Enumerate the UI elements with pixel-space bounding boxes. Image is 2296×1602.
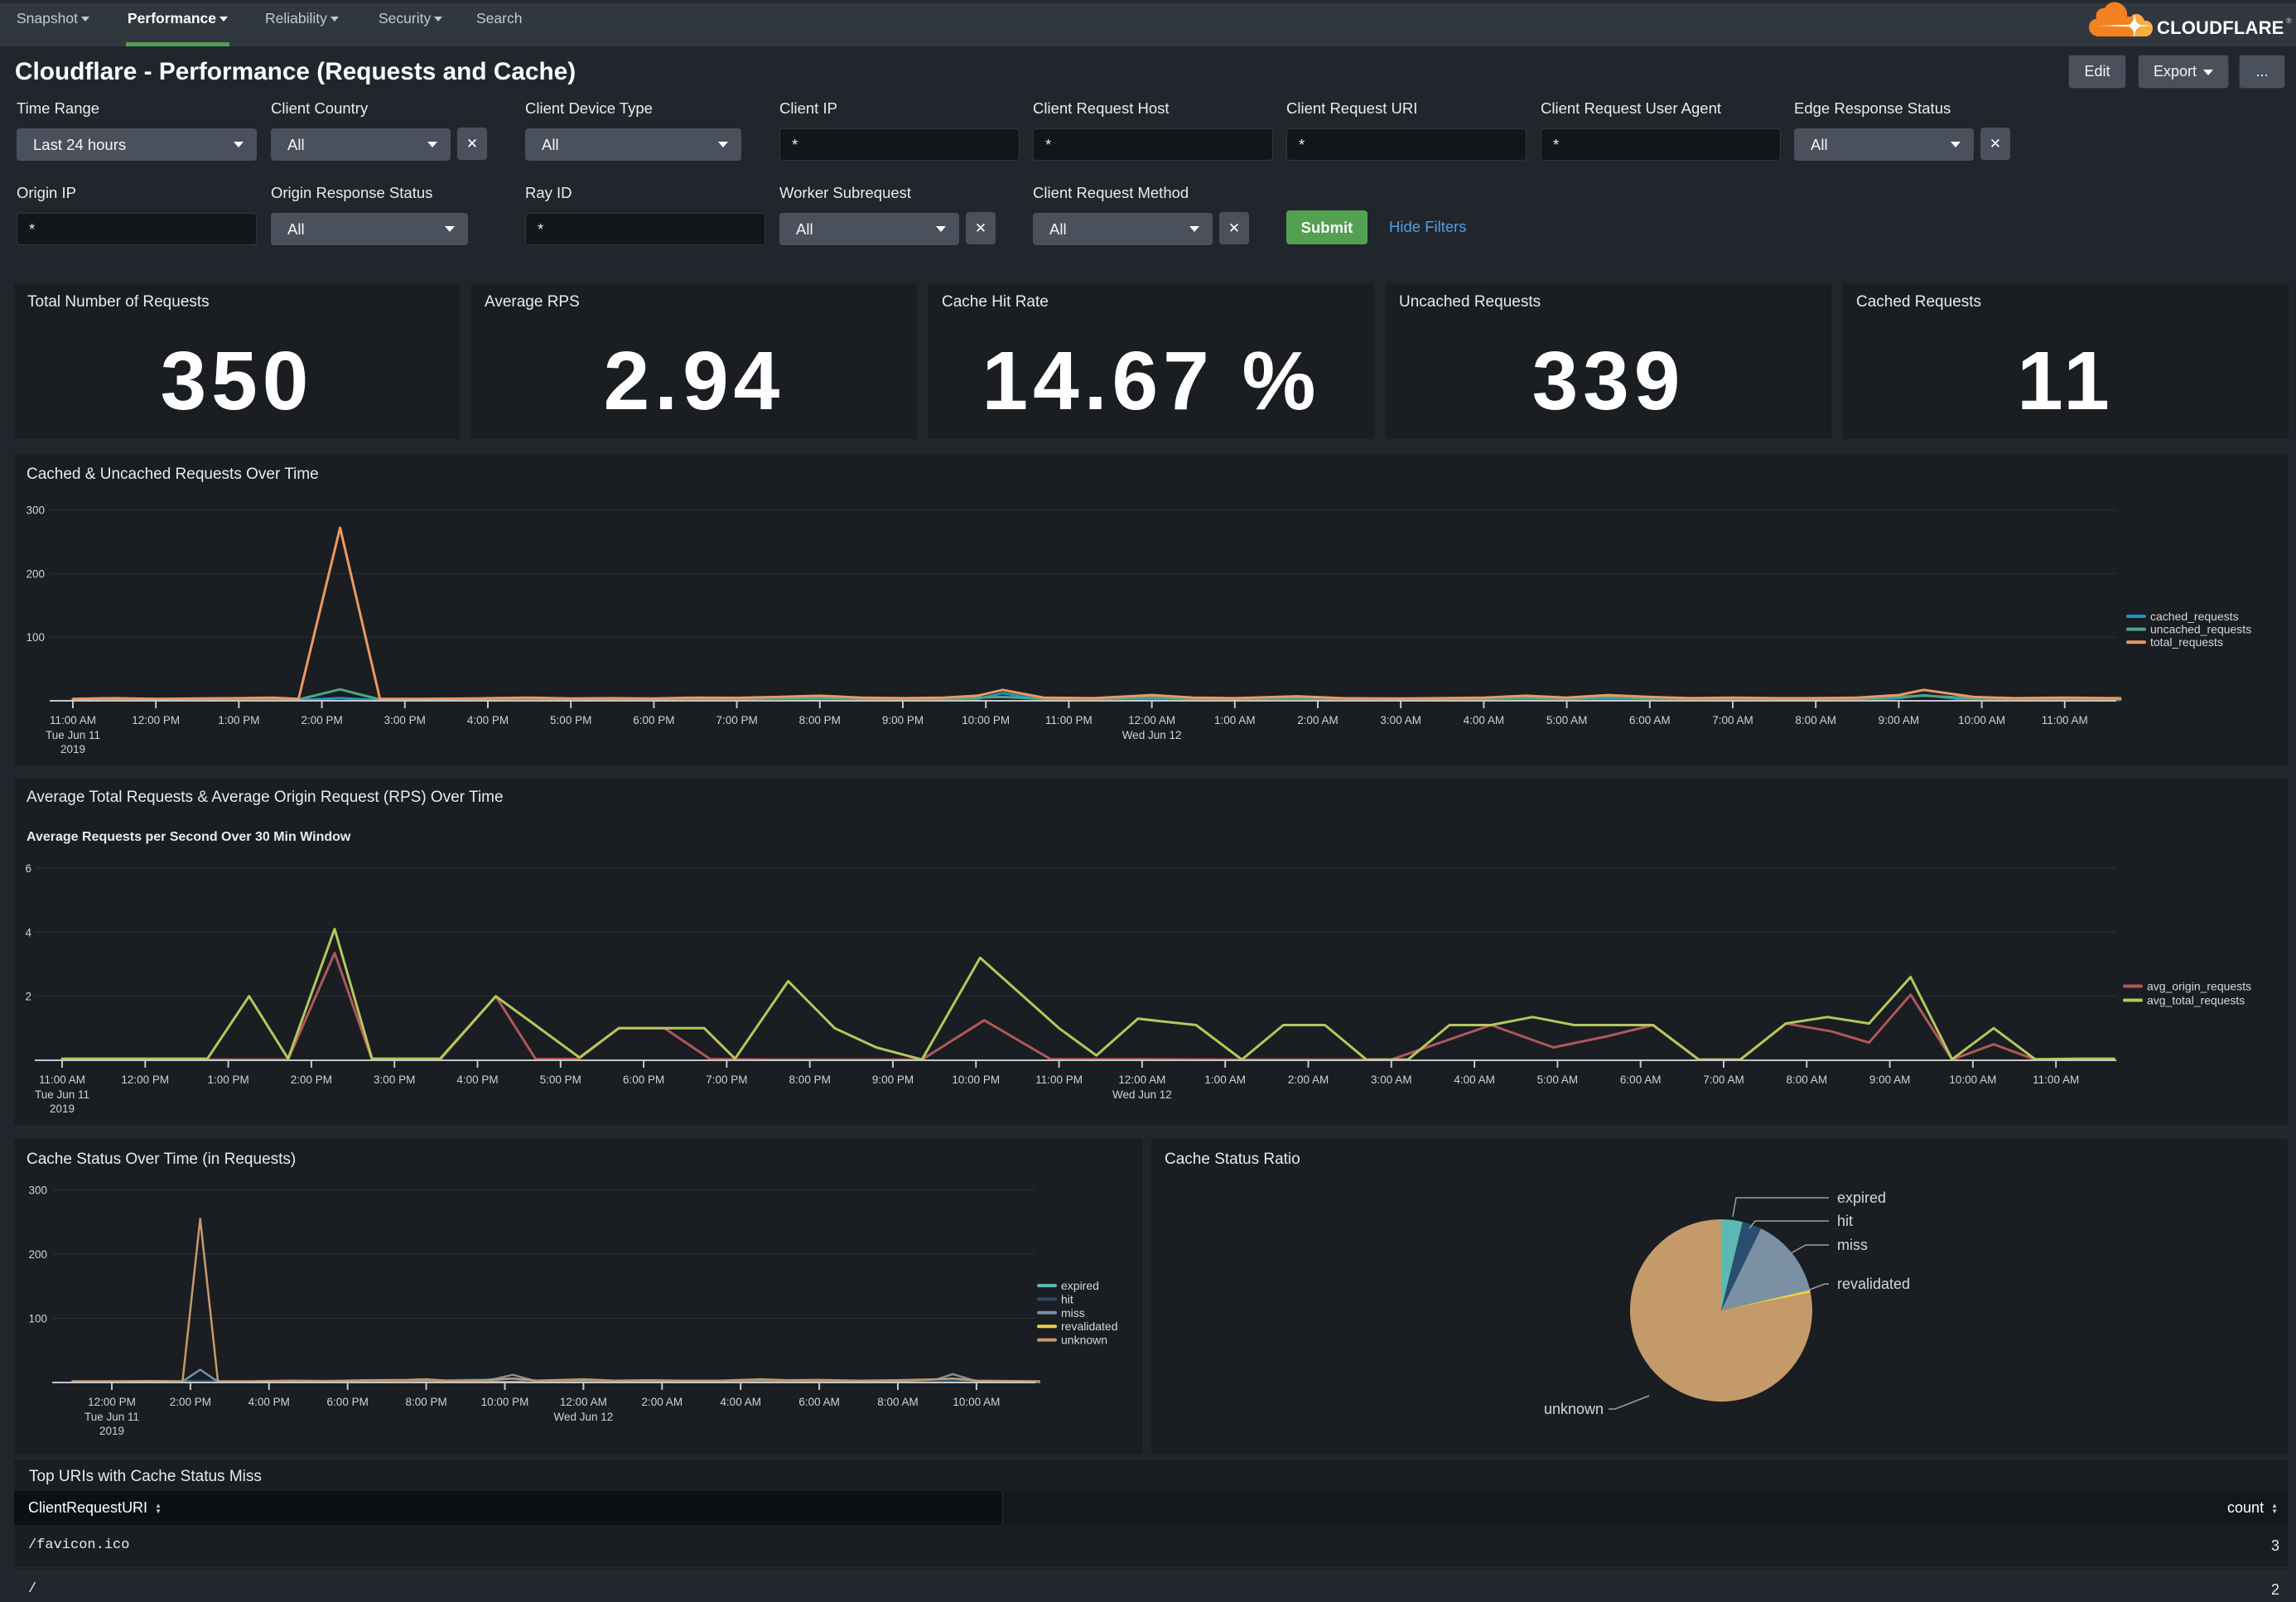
svg-text:3:00 PM: 3:00 PM	[384, 714, 426, 726]
svg-text:3:00 PM: 3:00 PM	[374, 1074, 415, 1086]
svg-text:unknown: unknown	[1544, 1401, 1604, 1417]
svg-text:11:00 AM: 11:00 AM	[39, 1074, 85, 1086]
svg-text:6:00 AM: 6:00 AM	[798, 1396, 840, 1408]
svg-text:expired: expired	[1837, 1189, 1886, 1206]
svg-text:avg_origin_requests: avg_origin_requests	[2147, 980, 2251, 993]
svg-text:11:00 PM: 11:00 PM	[1045, 714, 1093, 726]
svg-text:1:00 AM: 1:00 AM	[1204, 1074, 1246, 1086]
svg-text:Wed Jun 12: Wed Jun 12	[1112, 1088, 1172, 1101]
svg-text:1:00 PM: 1:00 PM	[218, 714, 259, 726]
svg-text:Wed Jun 12: Wed Jun 12	[1122, 729, 1182, 741]
svg-text:2019: 2019	[60, 743, 85, 755]
svg-text:7:00 PM: 7:00 PM	[706, 1074, 747, 1086]
svg-text:100: 100	[26, 631, 45, 644]
svg-text:CLOUDFLARE: CLOUDFLARE	[2157, 17, 2284, 38]
svg-text:Wed Jun 12: Wed Jun 12	[553, 1411, 613, 1423]
svg-text:12:00 PM: 12:00 PM	[132, 714, 180, 726]
svg-text:expired: expired	[1061, 1279, 1099, 1292]
svg-text:6: 6	[25, 862, 31, 875]
svg-text:200: 200	[26, 567, 45, 580]
svg-text:12:00 AM: 12:00 AM	[560, 1396, 607, 1408]
svg-text:12:00 AM: 12:00 AM	[1128, 714, 1175, 726]
svg-text:2:00 AM: 2:00 AM	[642, 1396, 683, 1408]
svg-text:2019: 2019	[50, 1103, 75, 1115]
svg-text:2:00 PM: 2:00 PM	[170, 1396, 211, 1408]
svg-text:4:00 PM: 4:00 PM	[248, 1396, 290, 1408]
svg-text:9:00 AM: 9:00 AM	[1879, 714, 1920, 726]
svg-text:10:00 AM: 10:00 AM	[953, 1396, 1000, 1408]
svg-text:2:00 PM: 2:00 PM	[291, 1074, 332, 1086]
svg-text:300: 300	[28, 1185, 47, 1197]
svg-text:cached_requests: cached_requests	[2150, 610, 2239, 623]
svg-text:6:00 PM: 6:00 PM	[623, 1074, 664, 1086]
svg-text:7:00 AM: 7:00 AM	[1712, 714, 1753, 726]
svg-text:6:00 PM: 6:00 PM	[633, 714, 674, 726]
svg-text:11:00 AM: 11:00 AM	[2033, 1074, 2079, 1086]
svg-text:6:00 PM: 6:00 PM	[327, 1396, 369, 1408]
svg-text:5:00 AM: 5:00 AM	[1546, 714, 1588, 726]
svg-text:8:00 PM: 8:00 PM	[799, 714, 841, 726]
svg-text:12:00 PM: 12:00 PM	[121, 1074, 169, 1086]
svg-text:8:00 AM: 8:00 AM	[1795, 714, 1836, 726]
svg-text:12:00 PM: 12:00 PM	[88, 1396, 136, 1408]
svg-text:3:00 AM: 3:00 AM	[1371, 1074, 1412, 1086]
svg-text:®: ®	[2286, 17, 2292, 25]
svg-text:9:00 PM: 9:00 PM	[882, 714, 924, 726]
svg-text:9:00 PM: 9:00 PM	[872, 1074, 914, 1086]
svg-text:100: 100	[28, 1313, 47, 1325]
svg-text:4:00 AM: 4:00 AM	[720, 1396, 761, 1408]
svg-text:1:00 AM: 1:00 AM	[1214, 714, 1256, 726]
svg-text:hit: hit	[1837, 1213, 1853, 1229]
svg-text:7:00 AM: 7:00 AM	[1703, 1074, 1744, 1086]
svg-text:200: 200	[28, 1248, 47, 1261]
svg-text:10:00 PM: 10:00 PM	[952, 1074, 1000, 1086]
svg-text:total_requests: total_requests	[2150, 635, 2223, 649]
svg-text:2:00 PM: 2:00 PM	[301, 714, 342, 726]
svg-text:6:00 AM: 6:00 AM	[1620, 1074, 1662, 1086]
svg-text:5:00 AM: 5:00 AM	[1537, 1074, 1579, 1086]
svg-text:4:00 PM: 4:00 PM	[456, 1074, 498, 1086]
svg-text:10:00 PM: 10:00 PM	[962, 714, 1010, 726]
svg-text:11:00 AM: 11:00 AM	[2042, 714, 2088, 726]
svg-text:11:00 AM: 11:00 AM	[50, 714, 96, 726]
svg-text:6:00 AM: 6:00 AM	[1629, 714, 1671, 726]
svg-text:Tue Jun 11: Tue Jun 11	[35, 1088, 89, 1101]
svg-text:hit: hit	[1061, 1292, 1073, 1305]
svg-text:5:00 PM: 5:00 PM	[540, 1074, 581, 1086]
svg-text:7:00 PM: 7:00 PM	[716, 714, 757, 726]
svg-text:2019: 2019	[99, 1425, 124, 1437]
svg-text:10:00 AM: 10:00 AM	[1949, 1074, 1996, 1086]
svg-text:4:00 AM: 4:00 AM	[1454, 1074, 1495, 1086]
svg-text:4:00 AM: 4:00 AM	[1464, 714, 1505, 726]
svg-text:Tue Jun 11: Tue Jun 11	[46, 729, 100, 741]
svg-text:12:00 AM: 12:00 AM	[1118, 1074, 1165, 1086]
svg-text:miss: miss	[1837, 1237, 1868, 1253]
svg-text:10:00 PM: 10:00 PM	[481, 1396, 529, 1408]
svg-text:1:00 PM: 1:00 PM	[207, 1074, 248, 1086]
svg-text:11:00 PM: 11:00 PM	[1035, 1074, 1083, 1086]
svg-text:10:00 AM: 10:00 AM	[1958, 714, 2005, 726]
svg-text:Tue Jun 11: Tue Jun 11	[84, 1411, 139, 1423]
svg-text:2: 2	[25, 991, 31, 1003]
svg-text:2:00 AM: 2:00 AM	[1288, 1074, 1329, 1086]
svg-text:unknown: unknown	[1061, 1334, 1107, 1347]
svg-text:8:00 AM: 8:00 AM	[1787, 1074, 1828, 1086]
svg-text:3:00 AM: 3:00 AM	[1380, 714, 1421, 726]
svg-text:miss: miss	[1061, 1306, 1085, 1320]
svg-text:4: 4	[25, 926, 31, 939]
svg-text:revalidated: revalidated	[1061, 1320, 1118, 1333]
svg-text:8:00 PM: 8:00 PM	[405, 1396, 446, 1408]
svg-text:300: 300	[26, 504, 45, 517]
svg-text:8:00 PM: 8:00 PM	[789, 1074, 831, 1086]
svg-text:revalidated: revalidated	[1837, 1276, 1910, 1292]
svg-text:9:00 AM: 9:00 AM	[1869, 1074, 1911, 1086]
svg-text:5:00 PM: 5:00 PM	[550, 714, 591, 726]
svg-text:8:00 AM: 8:00 AM	[877, 1396, 919, 1408]
svg-text:avg_total_requests: avg_total_requests	[2147, 994, 2245, 1007]
svg-text:uncached_requests: uncached_requests	[2150, 623, 2251, 636]
svg-text:4:00 PM: 4:00 PM	[467, 714, 509, 726]
svg-text:2:00 AM: 2:00 AM	[1297, 714, 1339, 726]
